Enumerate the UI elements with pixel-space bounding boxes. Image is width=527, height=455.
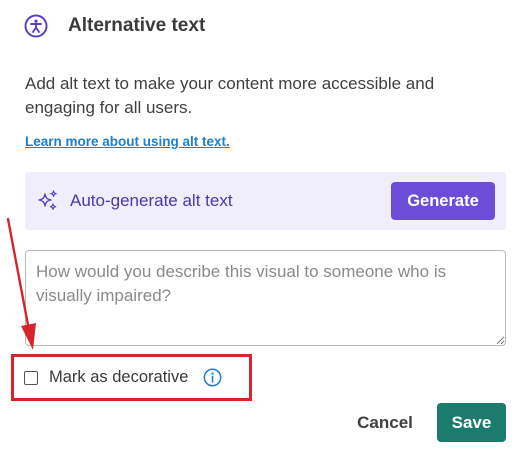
alt-text-dialog: Alternative text Add alt text to make yo… — [0, 0, 527, 455]
auto-generate-label: Auto-generate alt text — [70, 191, 233, 210]
dialog-description: Add alt text to make your content more a… — [25, 74, 435, 117]
generate-button[interactable]: Generate — [391, 182, 495, 220]
dialog-title: Alternative text — [68, 15, 206, 36]
auto-generate-panel: Auto-generate alt text Generate — [25, 172, 506, 230]
alt-text-input[interactable] — [25, 250, 506, 346]
save-button[interactable]: Save — [437, 403, 506, 442]
annotation-highlight-box — [11, 354, 252, 401]
cancel-button[interactable]: Cancel — [345, 404, 425, 442]
annotation-arrow — [6, 217, 36, 350]
